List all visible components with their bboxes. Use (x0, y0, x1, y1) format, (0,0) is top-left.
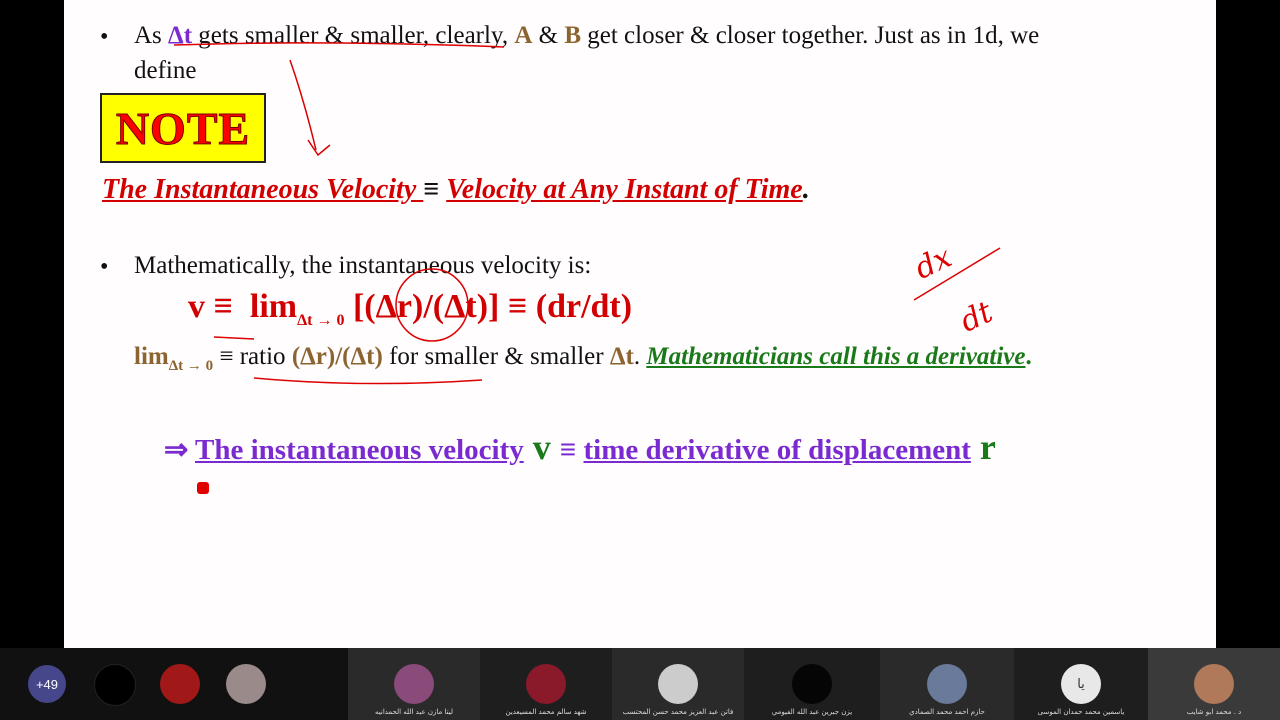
participant-tile[interactable]: فاتن عبد العزيز محمد حسن المحتسب (612, 648, 744, 720)
pointer-cursor (197, 482, 209, 494)
participant-avatar[interactable] (94, 664, 136, 706)
participant-avatar[interactable] (226, 664, 266, 704)
participant-tile[interactable]: يزن جبرين عبد الله الفيومي (744, 648, 880, 720)
lecture-slide: • As Δt gets smaller & smaller, clearly,… (64, 0, 1216, 648)
participant-avatar (526, 664, 566, 704)
participant-initial: يا (1061, 664, 1101, 704)
more-participants-button[interactable]: +49 (28, 665, 66, 703)
handwritten-dt: dt (955, 294, 999, 339)
participant-avatar (927, 664, 967, 704)
participant-tile[interactable]: حازم احمد محمد الصمادي (880, 648, 1014, 720)
participant-avatar[interactable] (160, 664, 200, 704)
participant-tile[interactable]: شهد سالم محمد المسيعدين (480, 648, 612, 720)
participant-avatar (1194, 664, 1234, 704)
participant-tile[interactable]: د . محمد ابو شايب (1148, 648, 1280, 720)
participant-avatar (658, 664, 698, 704)
participant-tile[interactable]: ليتا مازن عبد الله الحمدانيه (348, 648, 480, 720)
participant-avatar (394, 664, 434, 704)
handwritten-dx: dx (910, 240, 958, 287)
participant-avatar (792, 664, 832, 704)
pen-annotations: dx dt (173, 42, 1001, 494)
participant-tile[interactable]: يا ياسمين محمد حمدان الموسى (1014, 648, 1148, 720)
